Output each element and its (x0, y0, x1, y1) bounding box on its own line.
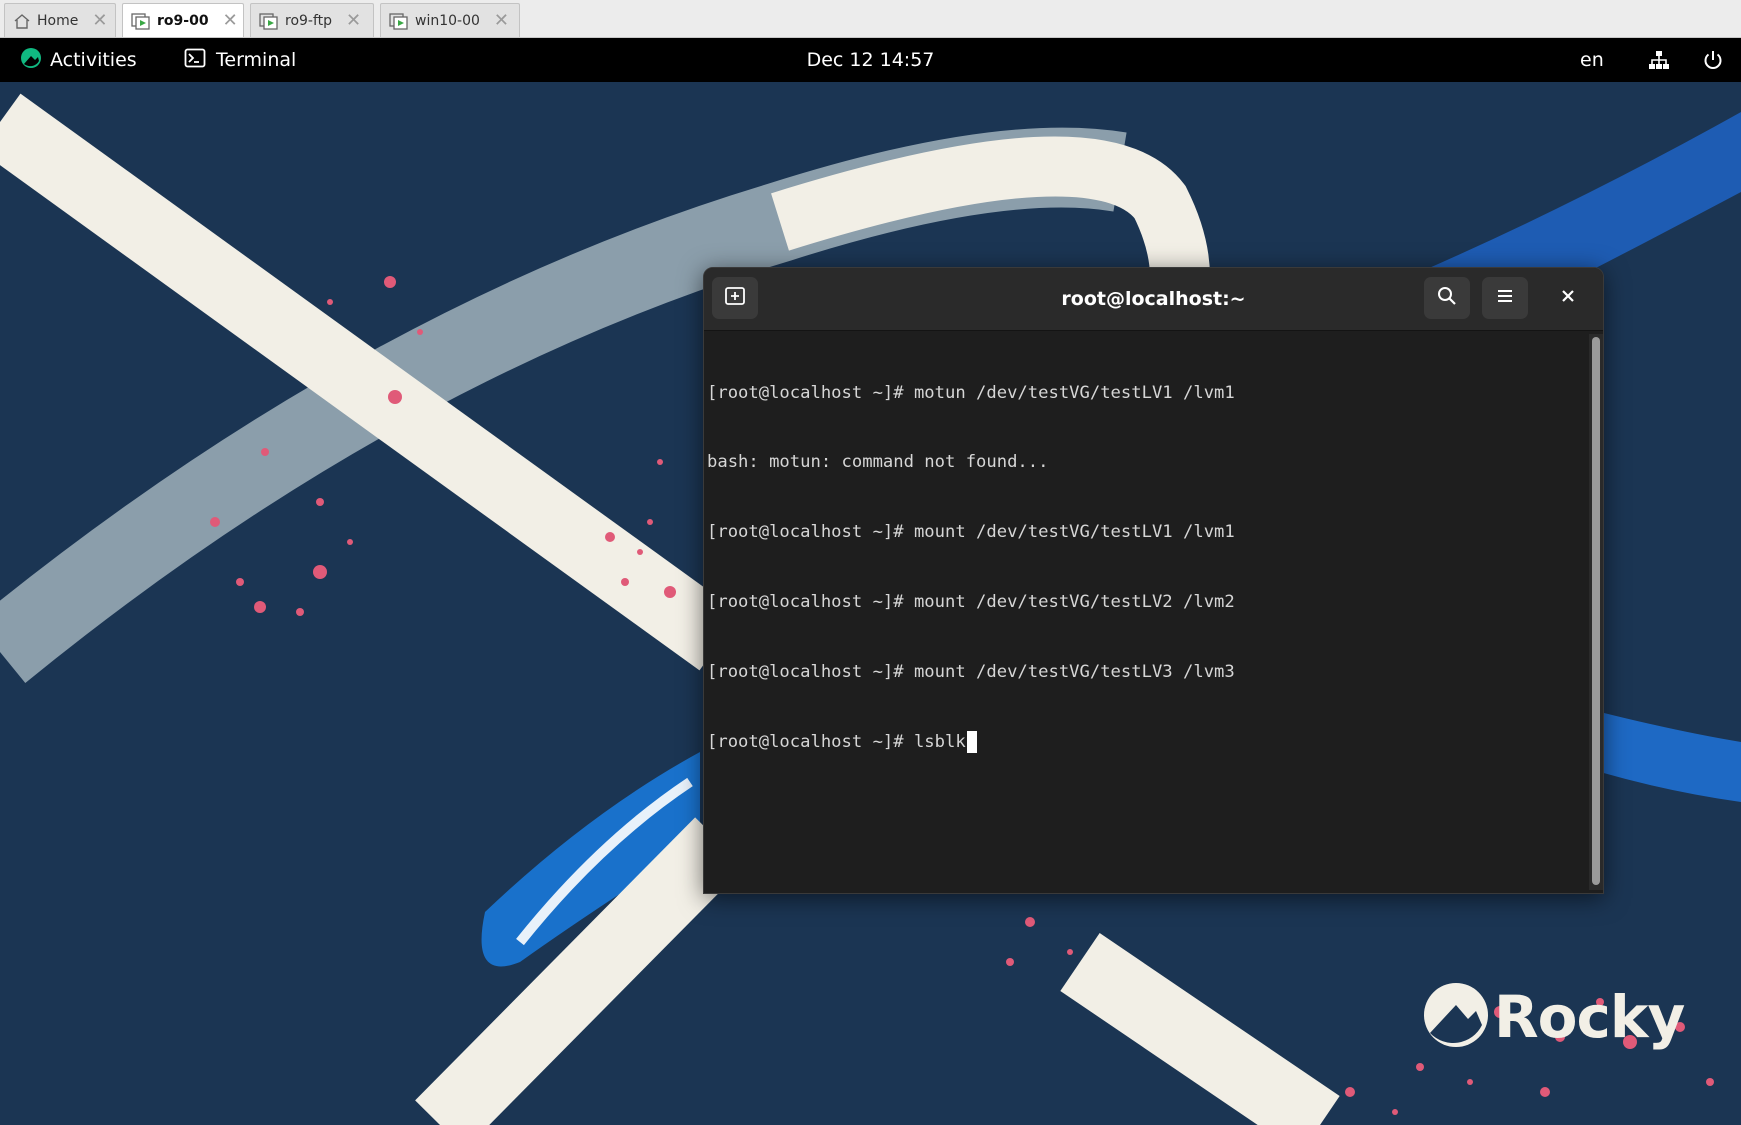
hamburger-menu-icon (1495, 287, 1515, 309)
terminal-line: [root@localhost ~]# lsblk (707, 732, 966, 753)
clock[interactable]: Dec 12 14:57 (807, 49, 935, 71)
new-tab-button[interactable] (712, 277, 758, 319)
power-icon[interactable] (1702, 38, 1724, 82)
scrollbar-thumb[interactable] (1592, 337, 1600, 885)
tab-label: win10-00 (415, 12, 480, 29)
home-icon (13, 12, 31, 30)
rocky-mark-icon (1422, 981, 1490, 1053)
rocky-logo-icon (20, 47, 42, 74)
terminal-title: root@localhost:~ (1061, 288, 1246, 310)
tab-label: Home (37, 12, 79, 29)
close-icon (1560, 288, 1576, 308)
network-icon[interactable] (1648, 38, 1670, 82)
close-icon[interactable]: ✕ (346, 11, 361, 30)
terminal-line: [root@localhost ~]# mount /dev/testVG/te… (707, 592, 1235, 613)
terminal-prompt-line: [root@localhost ~]# lsblk (707, 731, 1588, 754)
language-indicator[interactable]: en (1580, 38, 1604, 82)
terminal-scrollbar[interactable] (1589, 334, 1603, 890)
close-window-button[interactable] (1546, 277, 1590, 319)
vm-tab-ro9-00[interactable]: ro9-00 ✕ (122, 3, 244, 37)
terminal-headerbar[interactable]: root@localhost:~ (704, 268, 1603, 331)
activities-label: Activities (50, 49, 137, 71)
rocky-wallpaper-logo: Rocky (1422, 972, 1685, 1062)
text-cursor (966, 731, 977, 754)
vm-tab-ro9-ftp[interactable]: ro9-ftp ✕ (250, 3, 374, 37)
search-icon (1436, 285, 1458, 311)
terminal-line: [root@localhost ~]# motun /dev/testVG/te… (707, 382, 1235, 403)
vm-tab-bar: Home ✕ ro9-00 ✕ ro9-ftp ✕ win10-00 ✕ (0, 0, 1741, 38)
gnome-top-bar: Activities Terminal Dec 12 14:57 en (0, 38, 1741, 82)
rocky-logo-text: Rocky (1494, 983, 1685, 1051)
vm-tab-win10-00[interactable]: win10-00 ✕ (380, 3, 520, 37)
vm-icon (131, 12, 151, 30)
terminal-icon (184, 48, 206, 73)
app-menu-terminal[interactable]: Terminal (184, 38, 296, 82)
close-icon[interactable]: ✕ (494, 11, 509, 30)
tab-label: ro9-00 (157, 12, 209, 29)
tab-label: ro9-ftp (285, 12, 333, 29)
vm-icon (389, 12, 409, 30)
new-tab-icon (724, 285, 746, 311)
search-button[interactable] (1424, 277, 1470, 319)
desktop: Rocky root@localhost:~ [root@localhost ~… (0, 82, 1741, 1125)
vm-icon (259, 12, 279, 30)
menu-button[interactable] (1482, 277, 1528, 319)
vm-tab-home[interactable]: Home ✕ (4, 3, 116, 37)
close-icon[interactable]: ✕ (92, 11, 107, 30)
activities-button[interactable]: Activities (20, 38, 137, 82)
terminal-line: [root@localhost ~]# mount /dev/testVG/te… (707, 662, 1235, 683)
close-icon[interactable]: ✕ (223, 11, 238, 30)
app-menu-label: Terminal (216, 49, 297, 71)
terminal-output[interactable]: [root@localhost ~]# motun /dev/testVG/te… (704, 331, 1588, 893)
terminal-line: bash: motun: command not found... (707, 452, 1049, 473)
terminal-line: [root@localhost ~]# mount /dev/testVG/te… (707, 522, 1235, 543)
terminal-window[interactable]: root@localhost:~ [root@localhost ~]# mot… (703, 267, 1604, 894)
